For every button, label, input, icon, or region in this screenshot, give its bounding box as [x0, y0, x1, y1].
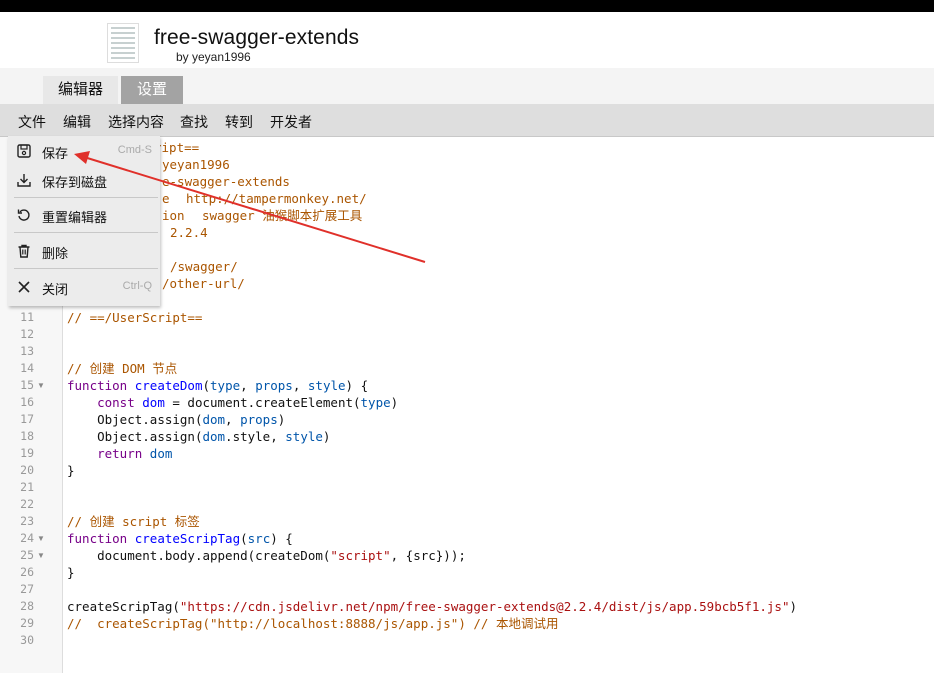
annotation-arrow — [74, 151, 426, 263]
